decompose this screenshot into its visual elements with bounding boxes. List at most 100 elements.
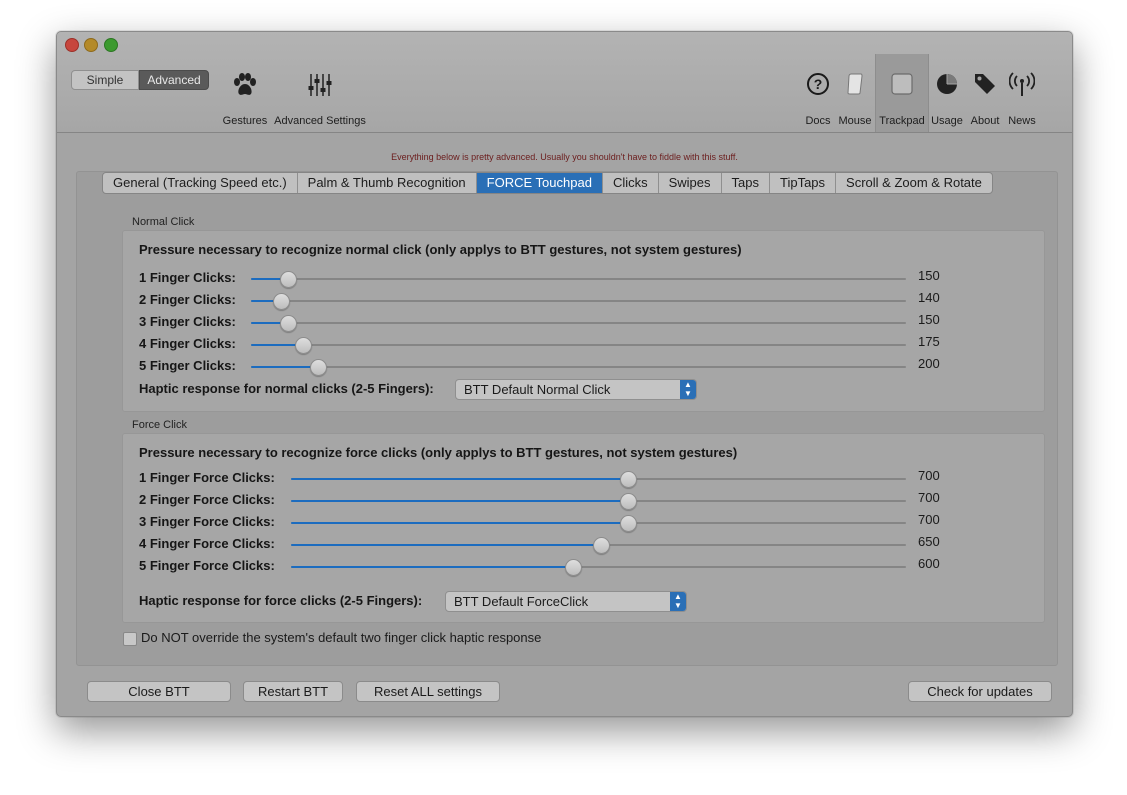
tab-swipes[interactable]: Swipes: [659, 173, 722, 193]
toolbar-mouse[interactable]: Mouse: [836, 32, 874, 132]
force-click-slider-knob[interactable]: [565, 559, 583, 576]
normal-click-slider-value: 200: [918, 356, 940, 371]
toolbar-trackpad[interactable]: Trackpad: [875, 54, 929, 132]
force-haptic-label: Haptic response for force clicks (2-5 Fi…: [139, 593, 423, 608]
force-click-slider-fill: [291, 478, 627, 480]
toolbar-mouse-label: Mouse: [838, 115, 872, 127]
force-click-heading: Pressure necessary to recognize force cl…: [139, 445, 738, 460]
question-icon: ?: [806, 72, 830, 101]
force-click-slider-value: 650: [918, 534, 940, 549]
force-click-slider[interactable]: [291, 559, 906, 576]
normal-click-slider-value: 150: [918, 268, 940, 283]
zoom-window-button[interactable]: [104, 38, 118, 52]
force-click-slider-label: 4 Finger Force Clicks:: [139, 536, 275, 551]
tab-clicks[interactable]: Clicks: [603, 173, 659, 193]
tab-general[interactable]: General (Tracking Speed etc.): [103, 173, 298, 193]
force-click-slider-label: 3 Finger Force Clicks:: [139, 514, 275, 529]
normal-click-slider-knob[interactable]: [309, 359, 327, 376]
normal-click-slider[interactable]: [251, 315, 906, 332]
pie-chart-icon: [935, 72, 959, 101]
force-click-slider-value: 700: [918, 512, 940, 527]
force-click-slider-fill: [291, 566, 573, 568]
tab-tiptaps[interactable]: TipTaps: [770, 173, 837, 193]
close-btt-button[interactable]: Close BTT: [87, 681, 231, 702]
normal-click-title: Normal Click: [132, 216, 195, 228]
toolbar-trackpad-label: Trackpad: [879, 115, 925, 127]
normal-haptic-select[interactable]: BTT Default Normal Click ▲ ▼: [455, 379, 697, 400]
settings-tabs: General (Tracking Speed etc.) Palm & Thu…: [102, 172, 993, 194]
force-haptic-select[interactable]: BTT Default ForceClick ▲ ▼: [445, 591, 687, 612]
mode-simple-button[interactable]: Simple: [71, 70, 139, 90]
normal-click-slider-value: 175: [918, 334, 940, 349]
mouse-icon: [844, 72, 866, 101]
tab-palm-thumb[interactable]: Palm & Thumb Recognition: [298, 173, 477, 193]
force-click-slider[interactable]: [291, 471, 906, 488]
override-haptic-label: Do NOT override the system's default two…: [141, 630, 542, 645]
force-click-slider-knob[interactable]: [592, 537, 610, 554]
tab-force-touchpad[interactable]: FORCE Touchpad: [476, 173, 603, 193]
toolbar-advanced-settings-label: Advanced Settings: [274, 115, 366, 127]
minimize-window-button[interactable]: [84, 38, 98, 52]
toolbar: Simple Advanced Gestures Advanced Settin…: [57, 32, 1072, 133]
force-click-slider-value: 700: [918, 490, 940, 505]
normal-click-slider-knob[interactable]: [280, 315, 298, 332]
normal-click-slider-label: 4 Finger Clicks:: [139, 336, 236, 351]
force-click-slider[interactable]: [291, 515, 906, 532]
override-haptic-checkbox[interactable]: [123, 632, 137, 646]
sliders-icon: [307, 72, 333, 103]
force-click-slider-label: 1 Finger Force Clicks:: [139, 470, 275, 485]
toolbar-news-label: News: [1008, 115, 1036, 127]
toolbar-usage[interactable]: Usage: [929, 32, 965, 132]
trackpad-icon: [890, 72, 914, 101]
force-click-slider[interactable]: [291, 493, 906, 510]
force-click-slider-knob[interactable]: [619, 515, 637, 532]
normal-click-slider-label: 5 Finger Clicks:: [139, 358, 236, 373]
normal-click-slider-label: 2 Finger Clicks:: [139, 292, 236, 307]
force-click-slider-value: 600: [918, 556, 940, 571]
normal-click-slider[interactable]: [251, 271, 906, 288]
toolbar-news[interactable]: News: [1005, 32, 1039, 132]
force-click-slider-fill: [291, 500, 627, 502]
reset-settings-button[interactable]: Reset ALL settings: [356, 681, 500, 702]
normal-click-slider[interactable]: [251, 359, 906, 376]
force-click-slider-knob[interactable]: [619, 493, 637, 510]
check-updates-button[interactable]: Check for updates: [908, 681, 1052, 702]
tab-scroll-zoom-rotate[interactable]: Scroll & Zoom & Rotate: [836, 173, 992, 193]
normal-click-slider-knob[interactable]: [295, 337, 313, 354]
normal-click-slider-label: 1 Finger Clicks:: [139, 270, 236, 285]
paw-icon: [232, 72, 258, 103]
normal-haptic-value: BTT Default Normal Click: [464, 382, 611, 397]
force-haptic-value: BTT Default ForceClick: [454, 594, 589, 609]
antenna-icon: [1008, 72, 1036, 103]
normal-haptic-label: Haptic response for normal clicks (2-5 F…: [139, 381, 434, 396]
normal-click-slider-label: 3 Finger Clicks:: [139, 314, 236, 329]
tab-taps[interactable]: Taps: [722, 173, 770, 193]
restart-btt-button[interactable]: Restart BTT: [243, 681, 343, 702]
toolbar-gestures[interactable]: Gestures: [217, 32, 273, 132]
tag-icon: [973, 72, 997, 101]
force-click-slider-label: 5 Finger Force Clicks:: [139, 558, 275, 573]
toolbar-gestures-label: Gestures: [222, 115, 268, 127]
force-click-slider-knob[interactable]: [619, 471, 637, 488]
force-click-slider[interactable]: [291, 537, 906, 554]
toolbar-about[interactable]: About: [967, 32, 1003, 132]
force-click-slider-fill: [291, 544, 600, 546]
force-click-slider-value: 700: [918, 468, 940, 483]
force-click-slider-fill: [291, 522, 627, 524]
toolbar-docs-label: Docs: [805, 115, 831, 127]
normal-click-slider[interactable]: [251, 337, 906, 354]
mode-advanced-button[interactable]: Advanced: [139, 70, 209, 90]
force-click-slider-label: 2 Finger Force Clicks:: [139, 492, 275, 507]
normal-click-slider-fill: [251, 366, 317, 368]
svg-text:?: ?: [814, 76, 823, 92]
normal-click-slider-knob[interactable]: [280, 271, 298, 288]
normal-click-slider[interactable]: [251, 293, 906, 310]
toolbar-advanced-settings[interactable]: Advanced Settings: [273, 32, 367, 132]
toolbar-about-label: About: [970, 115, 1000, 127]
close-window-button[interactable]: [65, 38, 79, 52]
btt-preferences-window: Simple Advanced Gestures Advanced Settin…: [56, 31, 1073, 717]
chevron-updown-icon: ▲ ▼: [670, 592, 686, 611]
normal-click-slider-value: 140: [918, 290, 940, 305]
chevron-updown-icon: ▲ ▼: [680, 380, 696, 399]
toolbar-docs[interactable]: ? Docs: [802, 32, 834, 132]
